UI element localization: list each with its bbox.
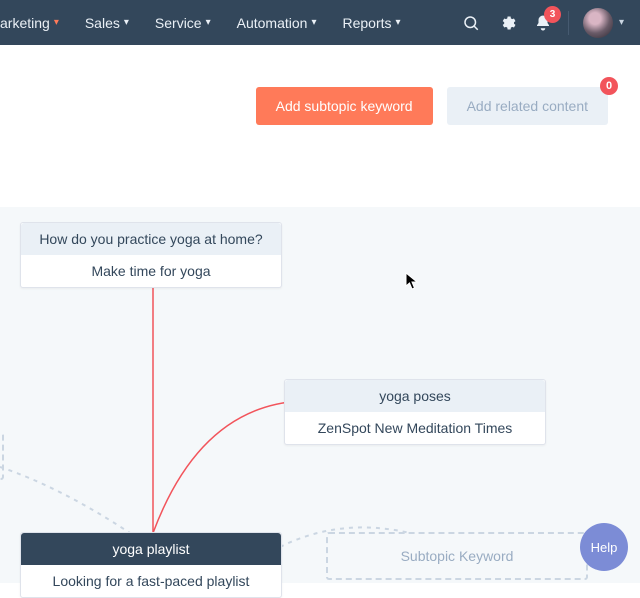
account-menu[interactable]: ▾: [583, 8, 624, 38]
node-keyword: How do you practice yoga at home?: [21, 223, 281, 255]
subtopic-placeholder-edge[interactable]: [0, 432, 4, 480]
nav-right: 3 ▾: [460, 8, 632, 38]
placeholder-label: Subtopic Keyword: [328, 534, 586, 578]
node-content: Make time for yoga: [21, 255, 281, 287]
subtopic-node[interactable]: How do you practice yoga at home? Make t…: [20, 222, 282, 288]
related-badge: 0: [600, 77, 618, 95]
chevron-down-icon: ▾: [619, 17, 624, 28]
nav-reports[interactable]: Reports ▾: [329, 0, 413, 45]
nav-marketing[interactable]: arketing ▾: [0, 0, 72, 45]
nav-sales[interactable]: Sales ▾: [72, 0, 142, 45]
subtopic-node-selected[interactable]: yoga playlist Looking for a fast-paced p…: [20, 532, 282, 598]
gear-icon[interactable]: [496, 12, 518, 34]
node-content: ZenSpot New Meditation Times: [285, 412, 545, 444]
node-content: Looking for a fast-paced playlist: [21, 565, 281, 597]
chevron-down-icon: ▾: [206, 17, 211, 28]
chevron-down-icon: ▾: [54, 17, 59, 28]
help-button[interactable]: Help: [580, 523, 628, 571]
divider: [568, 11, 569, 35]
button-label: Add related content: [467, 98, 588, 114]
search-icon[interactable]: [460, 12, 482, 34]
chevron-down-icon: ▾: [396, 17, 401, 28]
nav-label: arketing: [0, 15, 50, 31]
nav-label: Service: [155, 15, 202, 31]
add-related-button[interactable]: Add related content 0: [447, 87, 608, 125]
nav-label: Automation: [237, 15, 308, 31]
topic-canvas[interactable]: How do you practice yoga at home? Make t…: [0, 207, 640, 583]
node-keyword: yoga poses: [285, 380, 545, 412]
add-subtopic-button[interactable]: Add subtopic keyword: [256, 87, 433, 125]
notification-badge: 3: [544, 6, 561, 23]
subtopic-placeholder[interactable]: Subtopic Keyword: [326, 532, 588, 580]
avatar: [583, 8, 613, 38]
node-keyword: yoga playlist: [21, 533, 281, 565]
action-row: Add subtopic keyword Add related content…: [0, 45, 640, 125]
nav-automation[interactable]: Automation ▾: [224, 0, 330, 45]
nav-label: Sales: [85, 15, 120, 31]
nav-service[interactable]: Service ▾: [142, 0, 224, 45]
chevron-down-icon: ▾: [311, 17, 316, 28]
top-nav: arketing ▾ Sales ▾ Service ▾ Automation …: [0, 0, 640, 45]
nav-label: Reports: [342, 15, 391, 31]
chevron-down-icon: ▾: [124, 17, 129, 28]
subtopic-node[interactable]: yoga poses ZenSpot New Meditation Times: [284, 379, 546, 445]
notifications-icon[interactable]: 3: [532, 12, 554, 34]
